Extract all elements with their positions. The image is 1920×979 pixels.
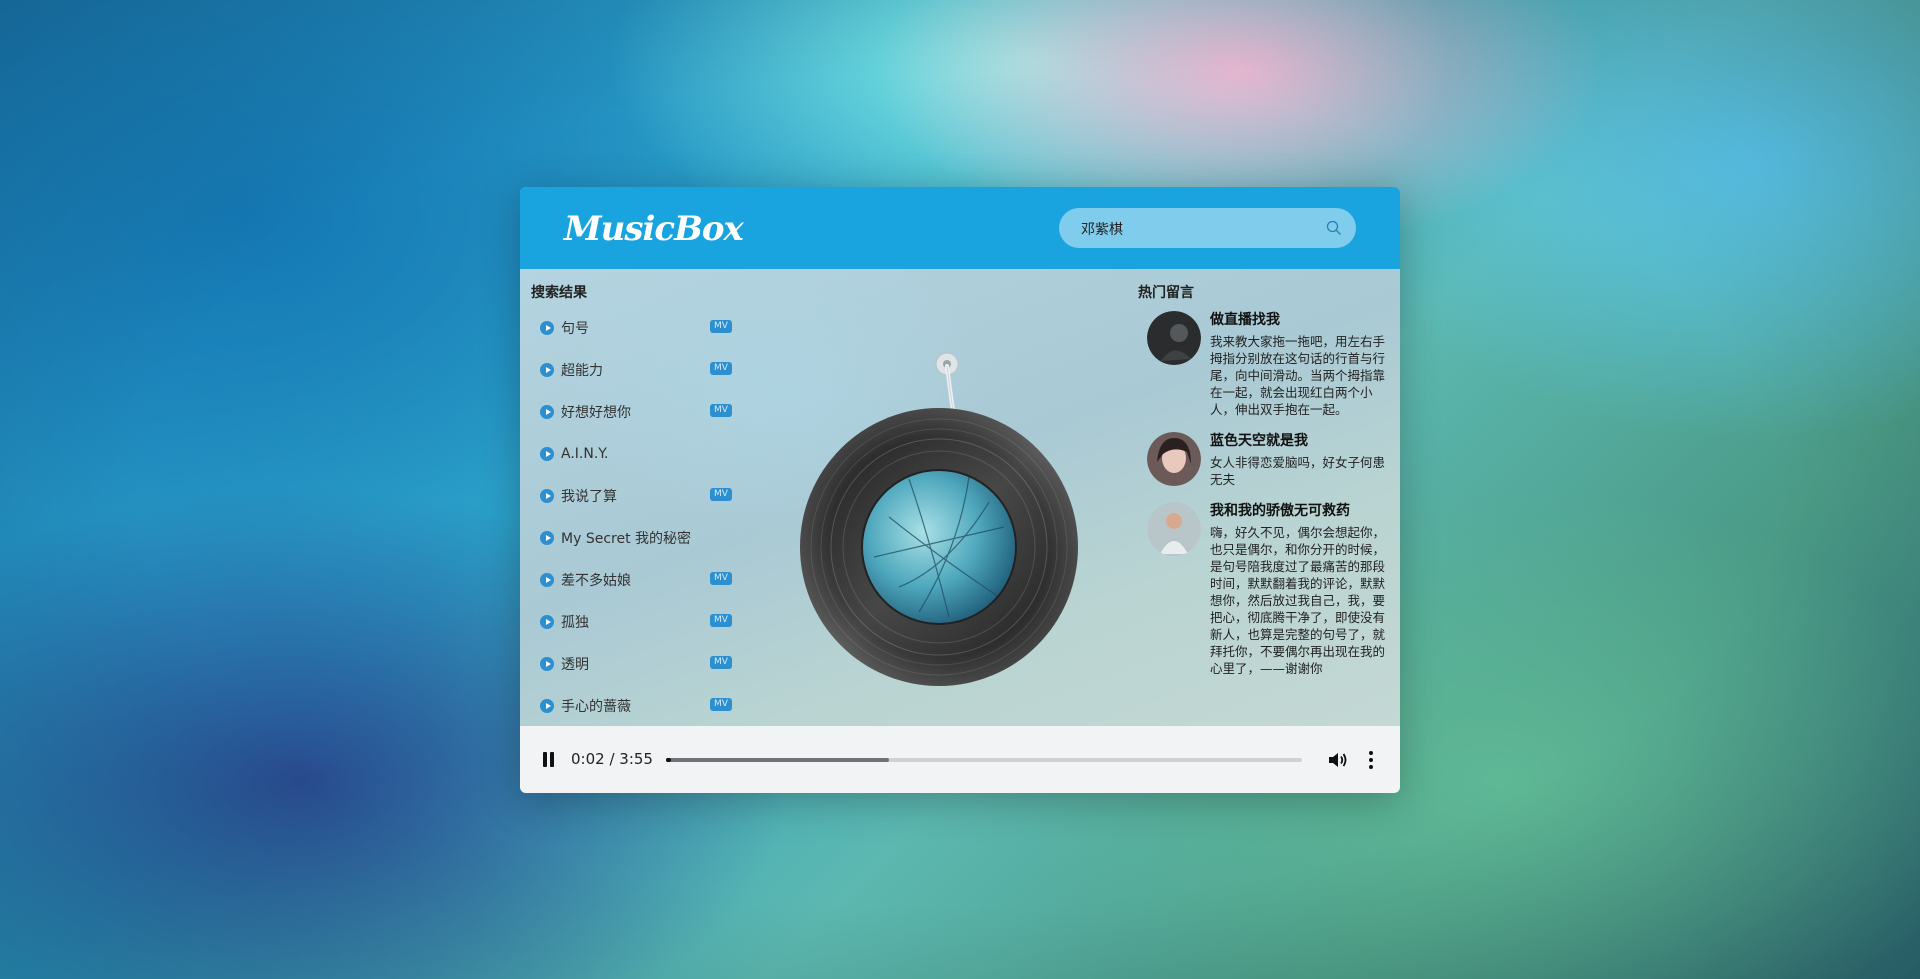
song-name: 我说了算 (561, 489, 617, 505)
volume-icon[interactable] (1326, 749, 1348, 771)
mv-badge[interactable]: MV (710, 404, 732, 417)
hot-comments-title: 热门留言 (1138, 285, 1194, 301)
comment-item: 做直播找我 我来教大家拖一拖吧，用左右手拇指分别放在这句话的行首与行尾，向中间滑… (1132, 309, 1394, 418)
song-item[interactable]: A.I.N.Y. (540, 433, 740, 475)
pause-icon (543, 752, 547, 767)
song-name: 差不多姑娘 (561, 573, 631, 589)
user-avatar (1147, 502, 1201, 556)
song-name: 超能力 (561, 363, 603, 379)
song-name: A.I.N.Y. (561, 446, 609, 462)
time-display: 0:02 / 3:55 (571, 750, 653, 768)
comment-username: 蓝色天空就是我 (1210, 433, 1308, 449)
play-icon[interactable] (540, 699, 554, 713)
song-name: 句号 (561, 321, 589, 337)
song-item[interactable]: 超能力 MV (540, 349, 740, 391)
song-name: My Secret 我的秘密 (561, 531, 692, 547)
more-options-icon[interactable] (1368, 750, 1374, 770)
play-icon[interactable] (540, 657, 554, 671)
song-name: 好想好想你 (561, 405, 631, 421)
comment-username: 做直播找我 (1210, 312, 1280, 328)
song-item[interactable]: My Secret 我的秘密 (540, 517, 740, 559)
app-logo: MusicBox (564, 209, 744, 249)
content-area: 搜索结果 句号 MV 超能力 MV 好想好想你 MV A.I.N.Y. 我说了算 MV My Se… (520, 269, 1400, 749)
search-icon[interactable] (1326, 220, 1342, 236)
mv-badge[interactable]: MV (710, 572, 732, 585)
vinyl-record (800, 408, 1078, 686)
song-item[interactable]: 孤独 MV (540, 601, 740, 643)
play-icon[interactable] (540, 489, 554, 503)
comment-item: 蓝色天空就是我 女人非得恋爱脑吗，好女子何患无夫 (1132, 430, 1394, 488)
progress-bar[interactable] (666, 758, 1302, 762)
play-icon[interactable] (540, 363, 554, 377)
song-item[interactable]: 差不多姑娘 MV (540, 559, 740, 601)
play-icon[interactable] (540, 405, 554, 419)
mv-badge[interactable]: MV (710, 362, 732, 375)
pause-button[interactable] (542, 752, 556, 768)
comment-text: 嗨，好久不见，偶尔会想起你，也只是偶尔，和你分开的时候，是句号陪我度过了最痛苦的… (1210, 525, 1386, 676)
play-icon[interactable] (540, 321, 554, 335)
search-results-title: 搜索结果 (531, 285, 587, 301)
header-bar: MusicBox (520, 187, 1400, 269)
mv-badge[interactable]: MV (710, 656, 732, 669)
comment-list: 做直播找我 我来教大家拖一拖吧，用左右手拇指分别放在这句话的行首与行尾，向中间滑… (1132, 307, 1394, 727)
comment-text: 我来教大家拖一拖吧，用左右手拇指分别放在这句话的行首与行尾，向中间滑动。当两个拇… (1210, 334, 1386, 417)
user-avatar (1147, 311, 1201, 365)
mv-badge[interactable]: MV (710, 488, 732, 501)
search-input[interactable] (1079, 208, 1323, 250)
song-item[interactable]: 透明 MV (540, 643, 740, 685)
song-name: 孤独 (561, 615, 589, 631)
audio-player: 0:02 / 3:55 (520, 726, 1400, 793)
song-list: 句号 MV 超能力 MV 好想好想你 MV A.I.N.Y. 我说了算 MV My Secret … (540, 307, 740, 727)
play-icon[interactable] (540, 447, 554, 461)
song-name: 透明 (561, 657, 589, 673)
play-icon[interactable] (540, 573, 554, 587)
search-box[interactable] (1059, 208, 1356, 250)
mv-badge[interactable]: MV (710, 320, 732, 333)
comment-item: 我和我的骄傲无可救药 嗨，好久不见，偶尔会想起你，也只是偶尔，和你分开的时候，是… (1132, 500, 1394, 677)
song-item[interactable]: 我说了算 MV (540, 475, 740, 517)
mv-badge[interactable]: MV (710, 698, 732, 711)
song-item[interactable]: 手心的蔷薇 MV (540, 685, 740, 727)
music-app-window: MusicBox 搜索结果 句号 MV 超能力 MV 好想好想你 MV A.I.N.Y. 我说… (520, 187, 1400, 793)
song-name: 手心的蔷薇 (561, 699, 631, 715)
song-item[interactable]: 句号 MV (540, 307, 740, 349)
play-icon[interactable] (540, 615, 554, 629)
comment-username: 我和我的骄傲无可救药 (1210, 503, 1350, 519)
play-icon[interactable] (540, 531, 554, 545)
user-avatar (1147, 432, 1201, 486)
mv-badge[interactable]: MV (710, 614, 732, 627)
song-item[interactable]: 好想好想你 MV (540, 391, 740, 433)
buffered-range (666, 758, 889, 762)
comment-text: 女人非得恋爱脑吗，好女子何患无夫 (1210, 455, 1386, 487)
